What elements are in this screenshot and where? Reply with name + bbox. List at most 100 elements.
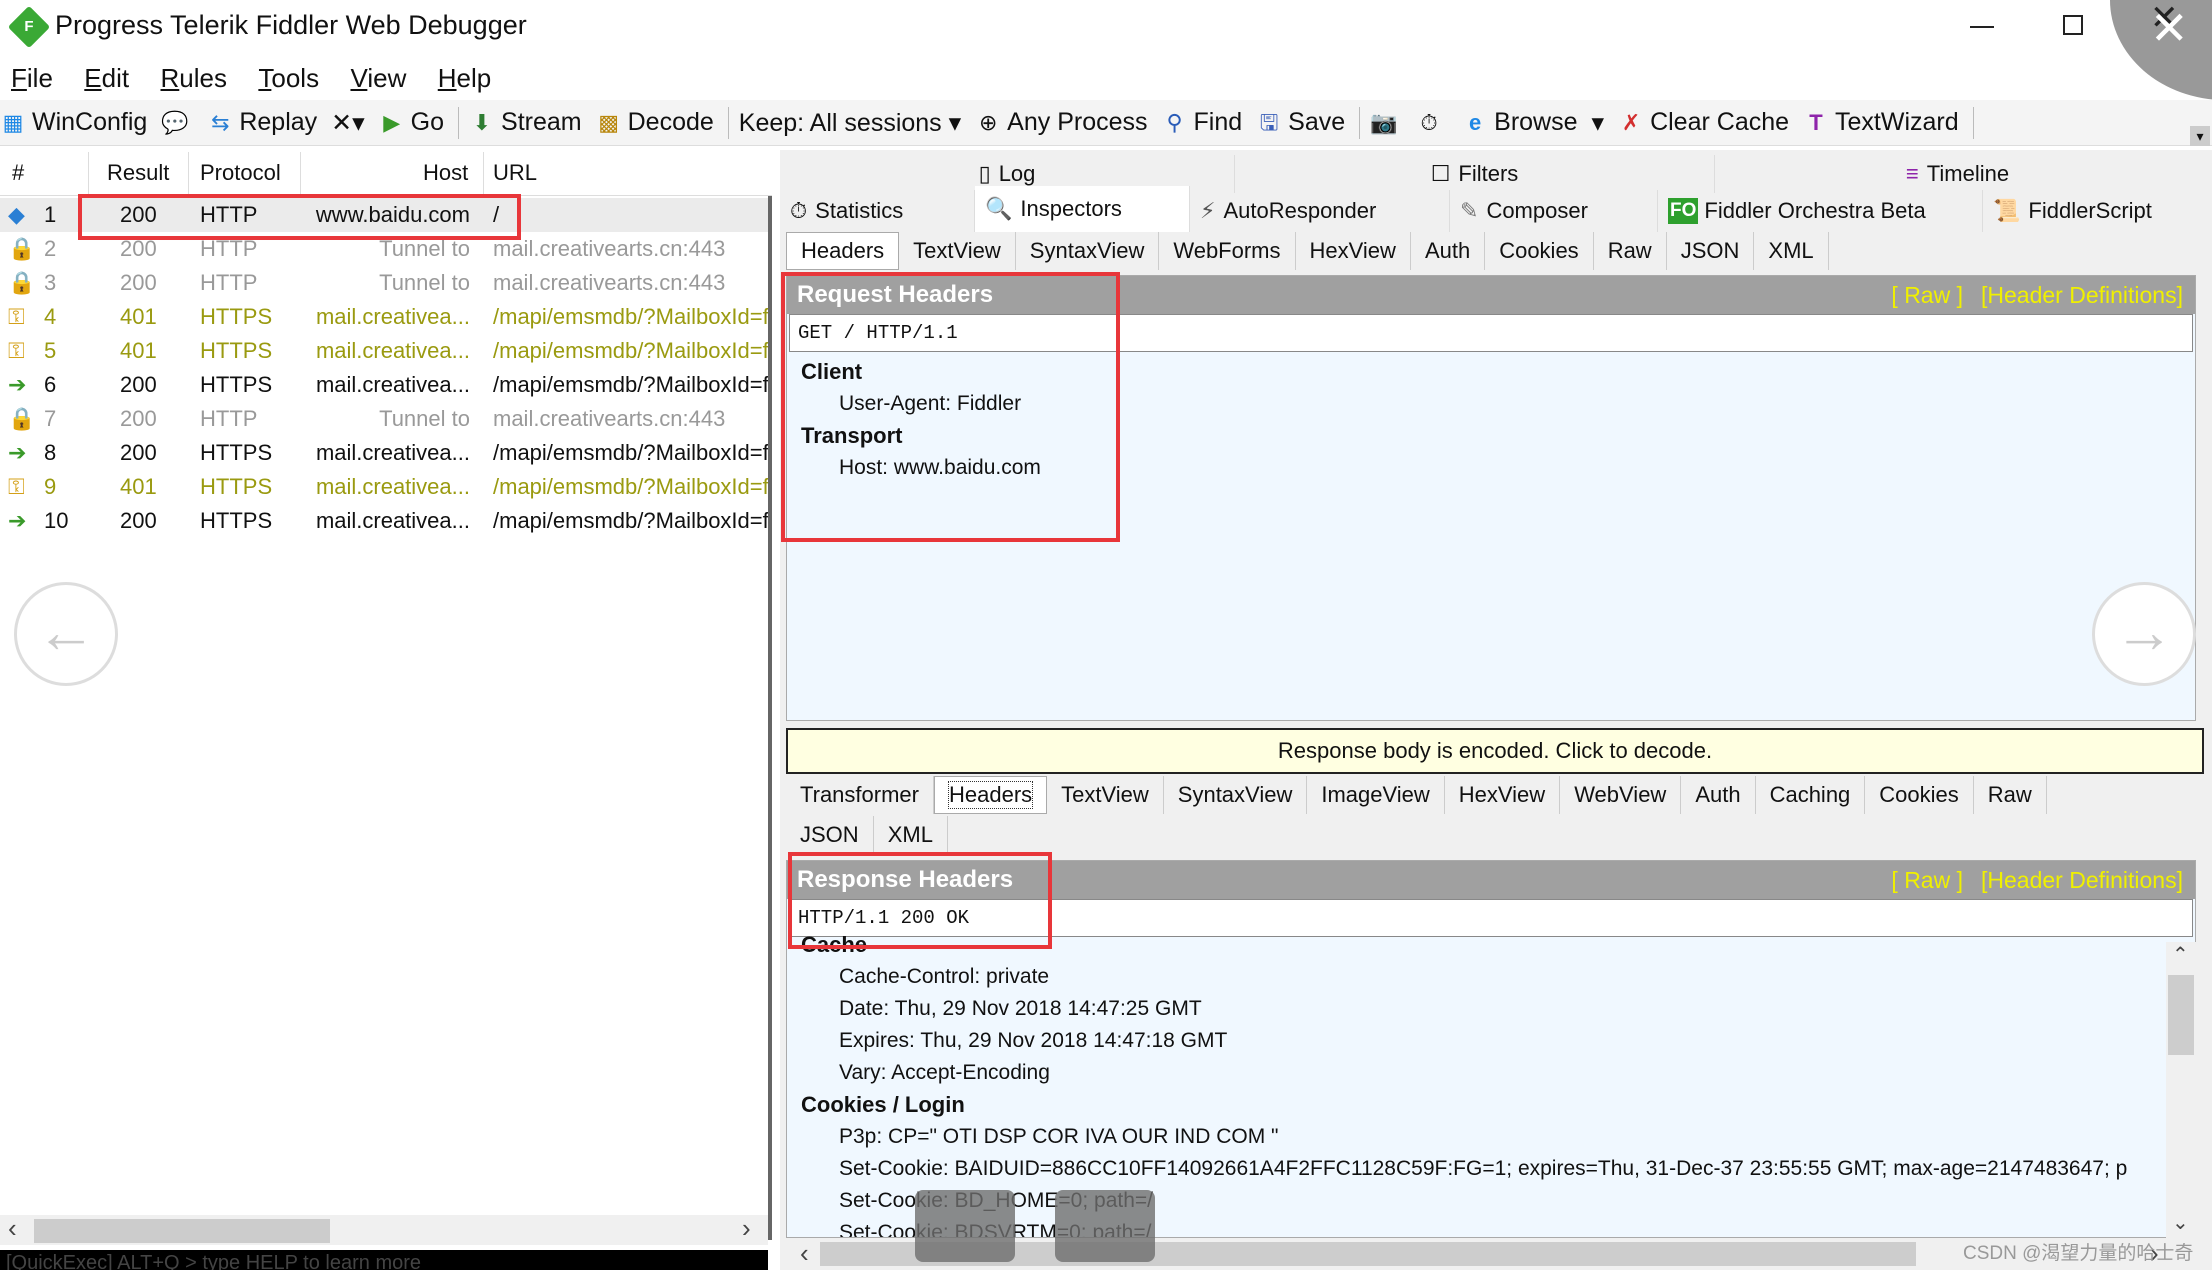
subtab-syntaxview[interactable]: SyntaxView [1164, 776, 1308, 814]
subtab-cookies[interactable]: Cookies [1865, 776, 1974, 814]
quickexec-input[interactable]: [QuickExec] ALT+Q > type HELP to learn m… [0, 1250, 768, 1270]
tab-composer[interactable]: ✎ Composer [1450, 190, 1658, 232]
scrollbar-thumb[interactable] [34, 1219, 330, 1243]
header-definitions-link[interactable]: [Header Definitions] [1981, 867, 2183, 893]
subtab-xml[interactable]: XML [874, 816, 948, 854]
session-row[interactable]: ⚿ 9 401 HTTPS mail.creativea... /mapi/emsmdb/… [0, 470, 768, 504]
header-value[interactable]: Date: Thu, 29 Nov 2018 14:47:25 GMT [787, 993, 2157, 1025]
remove-dropdown[interactable]: ✕▾ [331, 108, 365, 138]
subtab-transformer[interactable]: Transformer [786, 776, 934, 814]
subtab-hexview[interactable]: HexView [1296, 232, 1411, 270]
menu-edit[interactable]: Edit [84, 58, 129, 98]
tab-filters[interactable]: ☐ Filters [1235, 155, 1715, 193]
column-header-protocol[interactable]: Protocol [200, 160, 281, 186]
winconfig-button[interactable]: ▦ WinConfig [0, 108, 148, 137]
column-header-id[interactable]: # [12, 160, 24, 186]
scroll-left-icon[interactable]: ‹ [800, 1238, 809, 1269]
tab-statistics[interactable]: ⏱ Statistics [780, 190, 975, 232]
subtab-webforms[interactable]: WebForms [1159, 232, 1296, 270]
raw-link[interactable]: [ Raw ] [1891, 282, 1963, 308]
subtab-json[interactable]: JSON [786, 816, 874, 854]
menu-rules[interactable]: Rules [161, 58, 227, 98]
replay-button[interactable]: ⇆ Replay [207, 108, 317, 137]
any-process-button[interactable]: ⊕ Any Process [975, 108, 1148, 137]
menu-file[interactable]: File [11, 58, 53, 98]
column-separator[interactable] [300, 152, 301, 194]
keep-sessions-dropdown[interactable]: Keep: All sessions ▾ [739, 108, 961, 138]
column-separator[interactable] [88, 152, 89, 194]
overlay-split-button[interactable] [915, 1190, 1015, 1262]
subtab-json[interactable]: JSON [1667, 232, 1755, 270]
header-value[interactable]: Set-Cookie: BAIDUID=886CC10FF14092661A4F… [787, 1153, 2157, 1185]
header-value[interactable]: Expires: Thu, 29 Nov 2018 14:47:18 GMT [787, 1025, 2157, 1057]
decode-notice-bar[interactable]: Response body is encoded. Click to decod… [786, 728, 2204, 774]
header-value[interactable]: Vary: Accept-Encoding [787, 1057, 2157, 1089]
header-value[interactable]: P3p: CP=" OTI DSP COR IVA OUR IND COM " [787, 1121, 2157, 1153]
subtab-raw[interactable]: Raw [1974, 776, 2047, 814]
column-header-result[interactable]: Result [107, 160, 169, 186]
stream-button[interactable]: ⬇ Stream [469, 108, 582, 137]
subtab-textview[interactable]: TextView [1047, 776, 1164, 814]
tab-autoresponder[interactable]: ⚡ AutoResponder [1190, 190, 1450, 232]
column-header-host[interactable]: Host [423, 160, 468, 186]
session-row[interactable]: ➔ 10 200 HTTPS mail.creativea... /mapi/emsmdb… [0, 504, 768, 538]
browse-dropdown[interactable]: ▾ [1592, 108, 1605, 138]
forward-arrow-button[interactable]: → [2092, 582, 2196, 686]
subtab-xml[interactable]: XML [1754, 232, 1829, 270]
browse-button[interactable]: e Browse [1462, 108, 1578, 137]
column-separator[interactable] [483, 152, 484, 194]
raw-link[interactable]: [ Raw ] [1891, 867, 1963, 893]
column-separator[interactable] [188, 152, 189, 194]
back-arrow-button[interactable]: ← [14, 582, 118, 686]
session-row[interactable]: ➔ 6 200 HTTPS mail.creativea... /mapi/emsmdb/… [0, 368, 768, 402]
comment-button[interactable]: 💬 [161, 110, 193, 136]
subtab-headers[interactable]: Headers [933, 776, 1048, 814]
menu-help[interactable]: Help [438, 58, 491, 98]
session-row[interactable]: ⚿ 5 401 HTTPS mail.creativea... /mapi/emsmdb/… [0, 334, 768, 368]
session-row[interactable]: ➔ 8 200 HTTPS mail.creativea... /mapi/emsmdb/… [0, 436, 768, 470]
menu-tools[interactable]: Tools [258, 58, 319, 98]
session-url: /mapi/emsmdb/?MailboxId=f [493, 440, 768, 465]
subtab-auth[interactable]: Auth [1681, 776, 1756, 814]
tab-inspectors[interactable]: 🔍 Inspectors [975, 186, 1190, 232]
close-button[interactable]: ✕ [2150, 5, 2189, 51]
session-row[interactable]: 🔒 3 200 HTTP Tunnel to mail.creativearts.cn:4… [0, 266, 768, 300]
header-group-title[interactable]: Cookies / Login [787, 1089, 2157, 1121]
minimize-button[interactable] [1970, 26, 1994, 28]
menu-view[interactable]: View [350, 58, 406, 98]
save-button[interactable]: 🖫 Save [1256, 108, 1345, 137]
scroll-up-icon[interactable]: ⌃ [2172, 942, 2189, 967]
subtab-cookies[interactable]: Cookies [1485, 232, 1594, 270]
tab-fiddlerscript[interactable]: 📜 FiddlerScript [1983, 190, 2200, 232]
subtab-raw[interactable]: Raw [1594, 232, 1667, 270]
textwizard-button[interactable]: T TextWizard [1803, 108, 1958, 137]
scroll-right-icon[interactable]: › [742, 1213, 751, 1244]
header-value[interactable]: Cache-Control: private [787, 961, 2157, 993]
clear-cache-button[interactable]: ✗ Clear Cache [1618, 108, 1789, 137]
subtab-imageview[interactable]: ImageView [1307, 776, 1445, 814]
timer-button[interactable]: ⏱ [1416, 110, 1448, 136]
overlay-window-button[interactable] [1055, 1190, 1155, 1262]
scrollbar-thumb[interactable] [2168, 975, 2194, 1055]
decode-button[interactable]: ▩ Decode [596, 108, 714, 137]
toolbar-overflow-button[interactable]: ▾ [2190, 126, 2210, 146]
screenshot-button[interactable]: 📷 [1370, 110, 1402, 136]
session-row[interactable]: ⚿ 4 401 HTTPS mail.creativea... /mapi/emsmdb/… [0, 300, 768, 334]
column-header-url[interactable]: URL [493, 160, 537, 186]
subtab-hexview[interactable]: HexView [1445, 776, 1561, 814]
session-row[interactable]: 🔒 7 200 HTTP Tunnel to mail.creativearts.cn:4… [0, 402, 768, 436]
scroll-left-icon[interactable]: ‹ [8, 1213, 17, 1244]
subtab-headers[interactable]: Headers [786, 232, 900, 270]
tab-fiddler-orchestra[interactable]: FO Fiddler Orchestra Beta [1658, 190, 1983, 232]
go-button[interactable]: ▶ Go [379, 108, 444, 137]
scroll-down-icon[interactable]: ⌄ [2172, 1210, 2189, 1235]
subtab-syntaxview[interactable]: SyntaxView [1016, 232, 1160, 270]
subtab-webview[interactable]: WebView [1560, 776, 1682, 814]
subtab-caching[interactable]: Caching [1756, 776, 1866, 814]
maximize-button[interactable] [2063, 15, 2083, 35]
subtab-textview[interactable]: TextView [899, 232, 1016, 270]
header-definitions-link[interactable]: [Header Definitions] [1981, 282, 2183, 308]
find-button[interactable]: ⚲ Find [1162, 108, 1242, 137]
tab-timeline[interactable]: ≡ Timeline [1715, 155, 2200, 193]
subtab-auth[interactable]: Auth [1411, 232, 1486, 270]
